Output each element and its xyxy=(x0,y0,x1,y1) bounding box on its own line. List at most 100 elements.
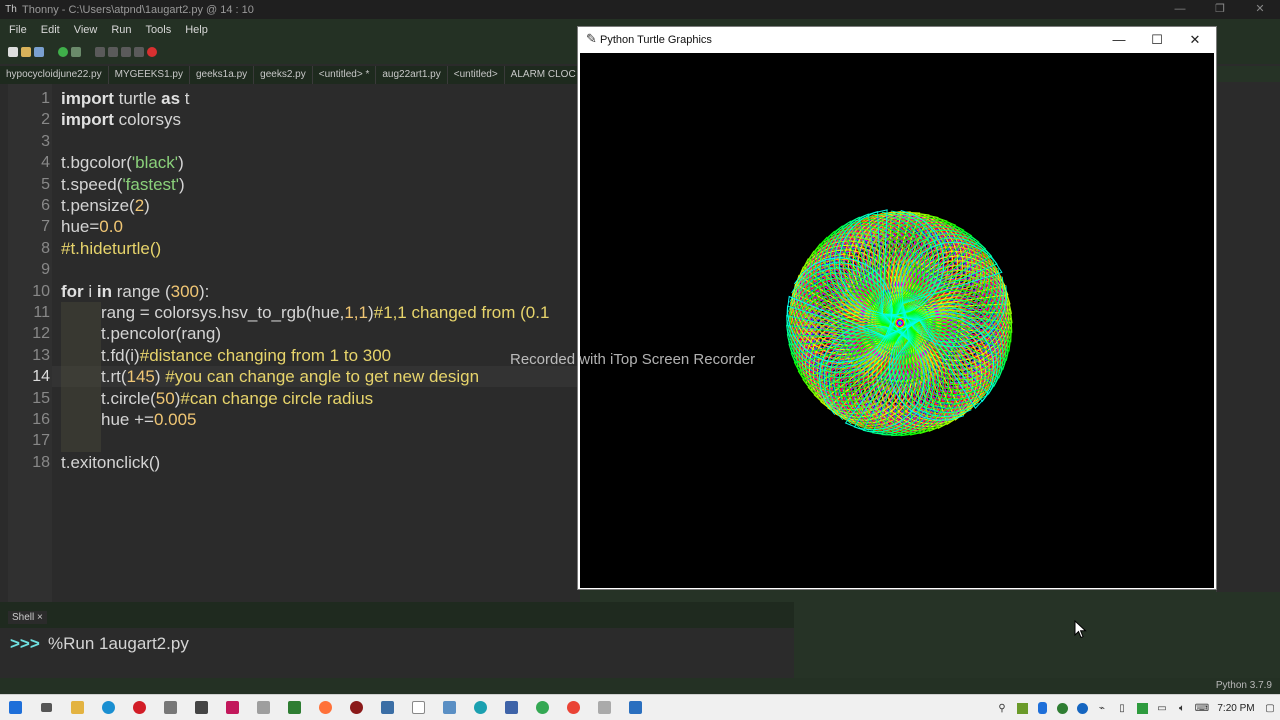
step-out-icon[interactable] xyxy=(121,47,131,57)
usb-icon[interactable]: ⌁ xyxy=(1092,695,1112,720)
step-into-icon[interactable] xyxy=(108,47,118,57)
security-icon[interactable] xyxy=(1052,695,1072,720)
stop-icon[interactable] xyxy=(147,47,157,57)
tab-mygeeks1[interactable]: MYGEEKS1.py xyxy=(109,66,190,84)
notification-icon[interactable]: ▢ xyxy=(1260,695,1280,720)
turtle-titlebar[interactable]: ✎ Python Turtle Graphics — ☐ ✕ xyxy=(578,27,1216,53)
keyword: for xyxy=(61,281,84,301)
menu-edit[interactable]: Edit xyxy=(32,24,65,36)
feather-icon: ✎ xyxy=(586,31,597,46)
resume-icon[interactable] xyxy=(134,47,144,57)
bluetooth-icon[interactable] xyxy=(1032,695,1052,720)
tab-shell[interactable]: Shell × xyxy=(8,611,47,624)
battery-icon[interactable]: ▯ xyxy=(1112,695,1132,720)
line-number: 15 xyxy=(32,389,50,407)
code-line-9: 9 xyxy=(0,259,580,280)
idle-icon[interactable] xyxy=(496,695,527,720)
turtle-minimize-button[interactable]: — xyxy=(1100,30,1138,50)
new-file-icon[interactable] xyxy=(8,47,18,57)
turtle-canvas[interactable] xyxy=(580,53,1214,588)
firefox-icon[interactable] xyxy=(310,695,341,720)
tab-untitled[interactable]: <untitled> xyxy=(448,66,505,84)
step-over-icon[interactable] xyxy=(95,47,105,57)
q-app-icon[interactable] xyxy=(1132,695,1152,720)
code-line-13: 13 t.fd(i)#distance changing from 1 to 3… xyxy=(0,345,580,366)
menu-file[interactable]: File xyxy=(0,24,32,36)
turtle-close-button[interactable]: ✕ xyxy=(1176,30,1214,50)
close-icon[interactable]: ✕ xyxy=(1240,0,1280,19)
thonny-window-controls: — ❐ ✕ xyxy=(1160,0,1280,19)
shell-panel[interactable]: >>> %Run 1augart2.py xyxy=(0,628,786,676)
turtle-graphics-window[interactable]: ✎ Python Turtle Graphics — ☐ ✕ xyxy=(577,26,1217,590)
string-literal: 'black' xyxy=(131,153,179,173)
tab-untitled-modified[interactable]: <untitled> * xyxy=(313,66,377,84)
code-line-4: 4 t.bgcolor('black') xyxy=(0,152,580,173)
start-icon[interactable] xyxy=(0,695,31,720)
thonny-taskbar-icon[interactable] xyxy=(186,695,217,720)
turtle-taskbar-icon[interactable] xyxy=(620,695,651,720)
line-number: 11 xyxy=(33,304,50,321)
debug-icon[interactable] xyxy=(71,47,81,57)
people-icon[interactable]: ⚲ xyxy=(992,695,1012,720)
status-bar: Python 3.7.9 xyxy=(0,678,1280,694)
camera-icon[interactable] xyxy=(155,695,186,720)
shell-tab-bar: Shell × xyxy=(0,602,794,628)
tab-geeks2[interactable]: geeks2.py xyxy=(254,66,313,84)
save-file-icon[interactable] xyxy=(34,47,44,57)
code-text: t.bgcolor( xyxy=(61,153,132,173)
python-shell-icon[interactable] xyxy=(589,695,620,720)
volume-icon[interactable]: 🔈︎ xyxy=(1172,695,1192,720)
open-file-icon[interactable] xyxy=(21,47,31,57)
notepad-icon[interactable] xyxy=(403,695,434,720)
notes-icon[interactable] xyxy=(434,695,465,720)
comment: #can change circle radius xyxy=(180,388,374,408)
file-explorer-icon[interactable] xyxy=(62,695,93,720)
line-number: 14 xyxy=(32,368,50,386)
number-literal: 145 xyxy=(126,367,155,387)
code-text: t.circle( xyxy=(101,388,156,408)
app-icon[interactable] xyxy=(372,695,403,720)
chrome-icon-2[interactable] xyxy=(558,695,589,720)
run-icon[interactable] xyxy=(58,47,68,57)
turtle-maximize-button[interactable]: ☐ xyxy=(1138,30,1176,50)
chrome-icon[interactable] xyxy=(527,695,558,720)
terminal-icon[interactable] xyxy=(279,695,310,720)
restore-icon[interactable]: ❐ xyxy=(1200,0,1240,19)
menu-tools[interactable]: Tools xyxy=(137,24,177,36)
windows-taskbar: ⚲ ⌁ ▯ ▭ 🔈︎ ⌨ 7:20 PM ▢ xyxy=(0,694,1280,720)
code-text: ) xyxy=(144,196,150,215)
code-editor[interactable]: 1 import turtle as t 2 import colorsys 3… xyxy=(0,84,580,602)
keyword: import xyxy=(61,110,114,130)
line-number: 2 xyxy=(41,111,50,129)
minimize-icon[interactable]: — xyxy=(1160,0,1200,19)
recorder-watermark: Recorded with iTop Screen Recorder xyxy=(510,351,756,368)
nvidia-icon[interactable] xyxy=(1012,695,1032,720)
edge-icon[interactable] xyxy=(93,695,124,720)
code-text: t.pencolor(rang) xyxy=(101,324,222,344)
tab-geeks1a[interactable]: geeks1a.py xyxy=(190,66,255,84)
tab-alarm-clock[interactable]: ALARM CLOC xyxy=(505,66,580,84)
media-icon[interactable] xyxy=(341,695,372,720)
comment: #t.hideturtle() xyxy=(61,238,162,258)
code-text: t.exitonclick() xyxy=(61,452,161,472)
tab-aug22art1[interactable]: aug22art1.py xyxy=(376,66,448,84)
display-icon[interactable]: ▭ xyxy=(1152,695,1172,720)
comment: #1,1 changed from (0.1 xyxy=(373,303,550,322)
menu-run[interactable]: Run xyxy=(102,24,136,36)
code-line-17: 17 xyxy=(0,430,580,451)
python-icon[interactable] xyxy=(465,695,496,720)
tab-hypocycloidjune22[interactable]: hypocycloidjune22.py xyxy=(0,66,109,84)
keyboard-icon[interactable]: ⌨ xyxy=(1192,695,1212,720)
task-view-icon[interactable] xyxy=(31,695,62,720)
toolbar-spacer-2 xyxy=(84,47,92,57)
network-globe-icon[interactable] xyxy=(1072,695,1092,720)
line-number: 8 xyxy=(41,239,50,257)
recorder-icon[interactable] xyxy=(217,695,248,720)
opera-icon[interactable] xyxy=(124,695,155,720)
menu-view[interactable]: View xyxy=(65,24,103,36)
taskbar-clock[interactable]: 7:20 PM xyxy=(1212,703,1260,714)
snip-icon[interactable] xyxy=(248,695,279,720)
line-number: 6 xyxy=(41,197,50,214)
menu-help[interactable]: Help xyxy=(176,24,213,36)
code-text: colorsys xyxy=(113,110,181,130)
